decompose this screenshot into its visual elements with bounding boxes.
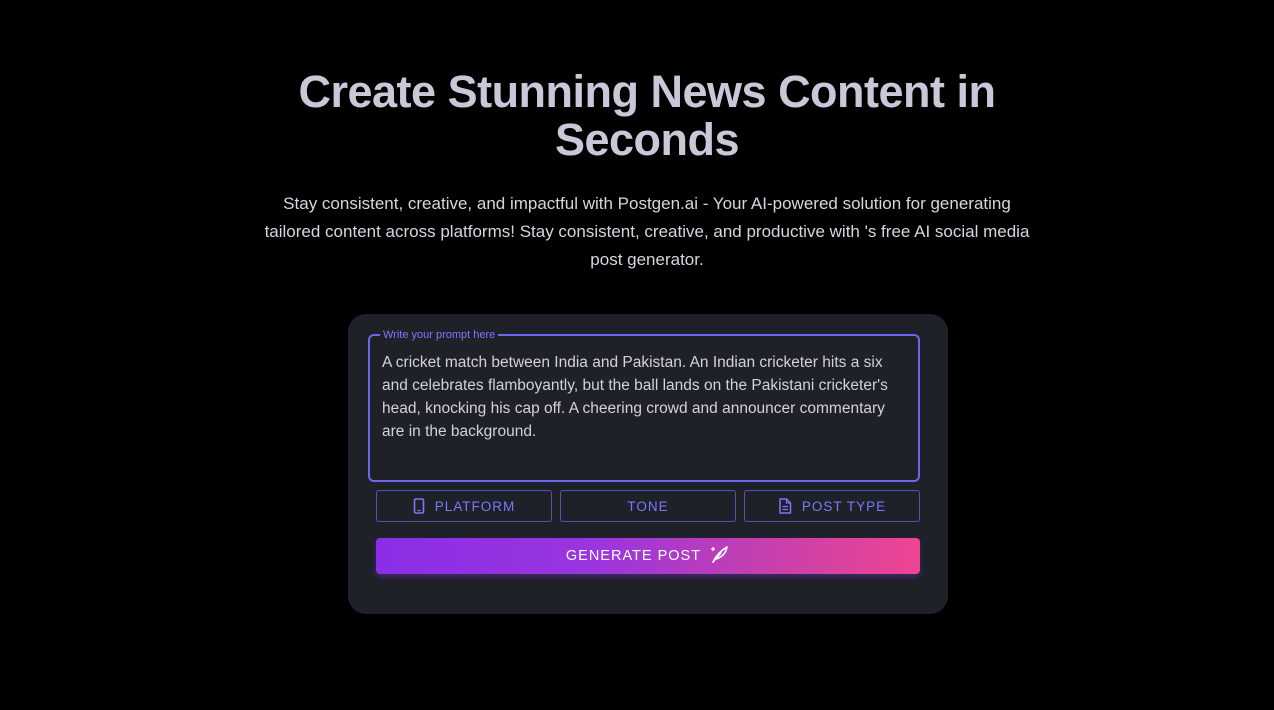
post-type-button-label: POST TYPE <box>801 498 887 514</box>
smartphone-icon <box>413 498 425 514</box>
prompt-label: Write your prompt here <box>380 328 499 342</box>
page: Create Stunning News Content in Seconds … <box>0 0 1274 710</box>
hero-subtitle: Stay consistent, creative, and impactful… <box>264 194 1030 269</box>
hero-title: Create Stunning News Content in Seconds <box>298 66 996 165</box>
generator-card: Write your prompt here A cricket match b… <box>348 314 948 614</box>
generate-post-label: GENERATE POST <box>565 548 702 564</box>
generate-post-button[interactable]: GENERATE POST <box>376 538 920 574</box>
document-icon <box>778 498 792 514</box>
tone-button[interactable]: TONE <box>560 490 736 522</box>
prompt-textarea[interactable]: Write your prompt here A cricket match b… <box>368 328 920 482</box>
platform-button[interactable]: PLATFORM <box>376 490 552 522</box>
prompt-text[interactable]: A cricket match between India and Pakist… <box>382 351 910 443</box>
post-type-button[interactable]: POST TYPE <box>744 490 920 522</box>
tone-button-label: TONE <box>627 498 669 514</box>
quill-pen-icon <box>710 544 730 568</box>
platform-button-label: PLATFORM <box>434 498 516 514</box>
